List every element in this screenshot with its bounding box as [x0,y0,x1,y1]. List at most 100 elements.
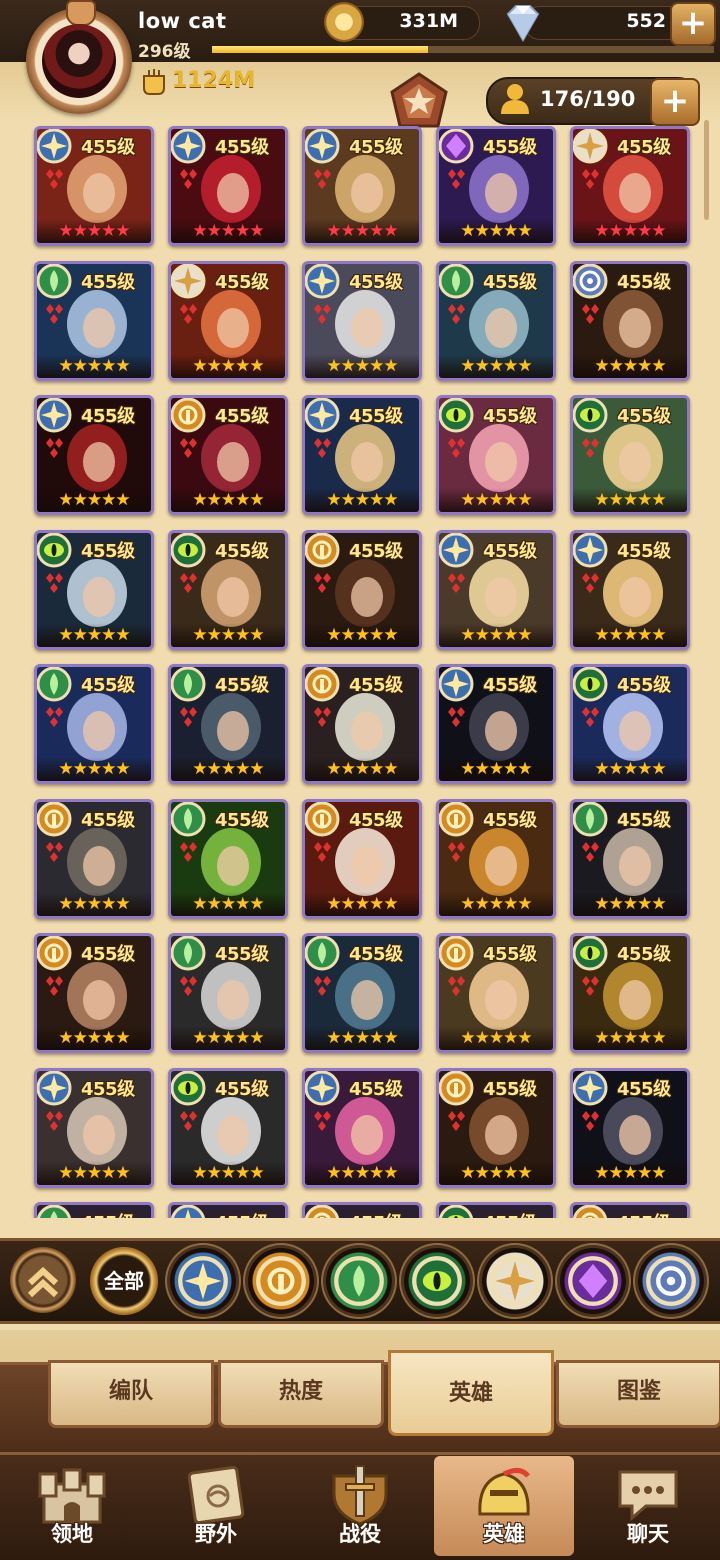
scrollbar[interactable] [704,120,709,220]
hero-stars: ★★★★★ [573,891,687,916]
hero-card[interactable]: 455级★★★★★ [436,260,556,381]
hero-card[interactable]: 455级★★★★★ [34,260,154,381]
hero-card[interactable]: 455级★★★★★ [34,1067,154,1188]
hero-card[interactable]: 455级 ★★★★★ [436,126,556,246]
rank-diamonds-icon [582,438,599,458]
hero-card[interactable]: 455级★★★★★ [570,260,690,381]
wilder-faction-icon [305,936,340,971]
add-gems-button[interactable]: + [670,2,716,46]
lightbearer-faction-icon [439,667,474,702]
hero-card[interactable]: 455级★★★★★ [34,798,154,919]
hero-card[interactable]: 455级★★★★★ [34,395,154,515]
mauler-faction-icon [305,1205,340,1218]
hero-card[interactable]: 455级★★★★★ [34,933,154,1053]
hero-card[interactable]: 455级★★★★★ [168,1202,288,1218]
hero-level: 455级 [617,1209,671,1218]
hero-card[interactable]: 455级★★★★★ [436,395,556,515]
hero-card[interactable]: 455级★★★★★ [570,395,690,515]
rank-diamonds-icon [582,1110,599,1131]
rank-diamonds-icon [582,841,599,862]
rank-diamonds-icon [46,438,63,458]
hero-card[interactable]: 455级★★★★★ [436,529,556,650]
mauler-faction-icon [573,1205,608,1218]
hero-card[interactable]: 455级★★★★★ [436,664,556,784]
rank-diamonds-icon [448,438,465,458]
hero-card[interactable]: 455级★★★★★ [302,395,422,515]
hero-level: 455级 [349,1209,403,1218]
hero-card[interactable]: 455级★★★★★ [436,798,556,919]
hero-card[interactable]: 455级★★★★★ [570,798,690,919]
nav-chat[interactable]: 聊天 [578,1456,718,1556]
hero-level: 455级 [349,406,403,427]
hero-card[interactable]: 455级★★★★★ [436,1202,556,1218]
nav-label: 聊天 [627,1522,669,1546]
rank-diamonds-icon [46,572,63,593]
hero-card[interactable]: 455级★★★★★ [168,1067,288,1188]
hero-card[interactable]: 455级★★★★★ [34,664,154,784]
hero-card[interactable]: 455级★★★★★ [34,529,154,650]
hero-card[interactable]: 455级★★★★★ [168,395,288,515]
hero-stars: ★★★★★ [439,219,553,243]
hero-stars: ★★★★★ [573,622,687,647]
filter-mauler-button[interactable] [248,1248,314,1314]
nav-campaign[interactable]: 战役 [290,1456,430,1556]
graveborn-faction-icon [439,398,474,433]
filter-dimensional-button[interactable] [638,1248,704,1314]
wilder-faction-icon [171,801,206,836]
hero-card[interactable]: 455级★★★★★ [302,1202,422,1218]
hero-card[interactable]: 455级★★★★★ [302,1067,422,1188]
hero-card[interactable]: 455级★★★★★ [302,529,422,650]
hero-card[interactable]: 455级★★★★★ [168,126,288,246]
tab-heroes[interactable]: 英雄 [388,1350,554,1436]
nav-heroes[interactable]: 英雄 [434,1456,574,1556]
filter-lightbearer-button[interactable] [170,1248,236,1314]
hero-level: 455级 [81,540,135,562]
hero-level: 455级 [483,137,537,158]
hero-card[interactable]: 455级★★★★★ [302,126,422,246]
filter-celestial-button[interactable] [482,1248,548,1314]
hero-card[interactable]: 455级★★★★★ [168,798,288,919]
xp-progress-bar [212,46,714,53]
hero-card[interactable]: 455级★★★★★ [436,1067,556,1188]
collapse-filters-button[interactable] [10,1247,76,1313]
hero-card[interactable]: 455级★★★★★ [570,1202,690,1218]
hero-card[interactable]: 455级★★★★★ [302,664,422,784]
filter-wilder-button[interactable] [326,1248,392,1314]
tab-compendium[interactable]: 图鉴 [556,1360,720,1428]
filter-graveborn-button[interactable] [404,1248,470,1314]
nav-label: 战役 [339,1522,381,1546]
hero-card[interactable]: 455级★★★★★ [34,1202,154,1218]
xp-progress-fill [212,46,428,53]
hero-card[interactable]: 455级★★★★★ [570,529,690,650]
double-chevron-up-icon [27,1266,59,1298]
hero-stars: ★★★★★ [439,757,553,781]
hero-card[interactable]: 455级★★★★★ [570,1067,690,1188]
nav-dark-forest[interactable]: 野外 [146,1456,286,1556]
hero-card[interactable]: 455级★★★★★ [34,126,154,246]
filter-all-button[interactable]: 全部 [90,1247,158,1315]
hero-card[interactable]: 455级★★★★★ [302,260,422,381]
rank-diamonds-icon [46,169,63,189]
hero-card[interactable]: 455级★★★★★ [168,529,288,650]
hero-card[interactable]: 455级★★★★★ [570,933,690,1053]
hero-card[interactable]: 455级★★★★★ [302,798,422,919]
hero-card[interactable]: 455级★★★★★ [436,933,556,1053]
rank-diamonds-icon [314,438,331,458]
hero-card[interactable]: 455级★★★★★ [302,933,422,1053]
nav-ranhorn[interactable]: 领地 [2,1456,142,1556]
hero-card[interactable]: 455级★★★★★ [168,260,288,381]
wilder-faction-icon [37,263,72,298]
mauler-faction-icon [305,532,340,567]
hero-count: 176/190 [540,87,636,111]
tab-popularity[interactable]: 热度 [218,1360,384,1428]
hero-card[interactable]: 455级★★★★★ [570,664,690,784]
hero-level: 455级 [617,271,671,293]
hero-card[interactable]: 455级★★★★★ [168,933,288,1053]
rank-diamonds-icon [180,707,197,727]
player-avatar[interactable] [26,0,132,114]
rank-diamonds-icon [180,438,197,458]
tab-formation[interactable]: 编队 [48,1360,214,1428]
filter-hypogean-button[interactable] [560,1248,626,1314]
hero-card[interactable]: 455级★★★★★ [570,126,690,246]
hero-card[interactable]: 455级★★★★★ [168,664,288,784]
